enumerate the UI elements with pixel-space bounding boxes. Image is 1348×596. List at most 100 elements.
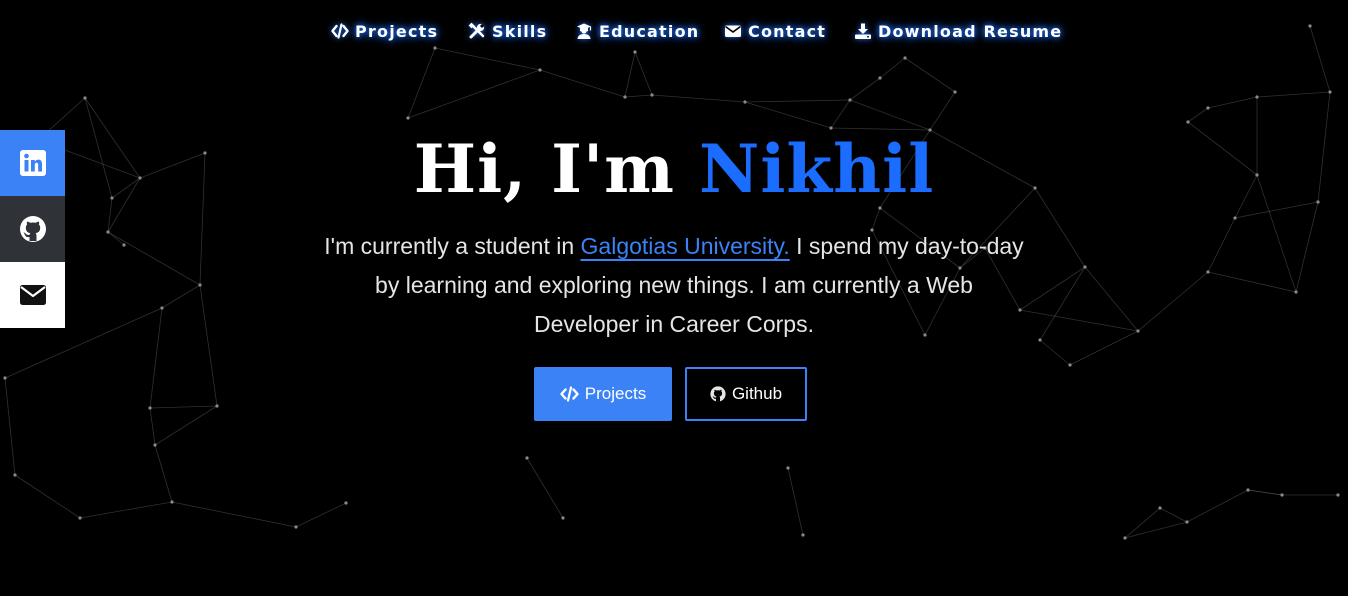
code-icon bbox=[331, 22, 349, 40]
download-icon bbox=[854, 22, 872, 40]
nav-contact-label: Contact bbox=[748, 21, 827, 41]
network-line bbox=[4, 377, 16, 476]
network-line bbox=[161, 284, 201, 309]
network-node bbox=[786, 466, 790, 470]
network-node bbox=[170, 500, 174, 504]
network-node bbox=[633, 50, 637, 54]
nav-skills[interactable]: Skills bbox=[468, 17, 547, 45]
network-node bbox=[1158, 506, 1162, 510]
network-node bbox=[1246, 488, 1250, 492]
network-line bbox=[634, 51, 653, 96]
graduate-icon bbox=[575, 22, 593, 40]
network-line bbox=[1187, 107, 1209, 123]
network-node bbox=[743, 100, 747, 104]
network-node bbox=[1206, 270, 1210, 274]
network-node bbox=[13, 473, 17, 477]
university-link[interactable]: Galgotias University. bbox=[581, 233, 790, 259]
github-profile-button[interactable]: Github bbox=[685, 367, 807, 421]
network-line bbox=[1084, 266, 1139, 332]
tools-icon bbox=[468, 22, 486, 40]
nav-projects[interactable]: Projects bbox=[331, 17, 438, 45]
network-node bbox=[1233, 216, 1237, 220]
network-line bbox=[1207, 217, 1236, 273]
network-node bbox=[1123, 536, 1127, 540]
network-node bbox=[1280, 493, 1284, 497]
network-node bbox=[1294, 290, 1298, 294]
network-node bbox=[153, 443, 157, 447]
network-line bbox=[1207, 96, 1258, 109]
network-node bbox=[525, 456, 529, 460]
network-line bbox=[539, 69, 626, 98]
network-node bbox=[1136, 329, 1140, 333]
network-line bbox=[1295, 201, 1319, 293]
network-line bbox=[624, 94, 653, 98]
network-node bbox=[1186, 120, 1190, 124]
network-line bbox=[149, 407, 156, 446]
network-line bbox=[149, 405, 218, 409]
network-line bbox=[526, 457, 564, 519]
network-line bbox=[434, 47, 541, 71]
network-line bbox=[744, 101, 832, 129]
network-node bbox=[903, 56, 907, 60]
network-line bbox=[407, 69, 541, 119]
network-line bbox=[1159, 507, 1188, 523]
network-line bbox=[904, 57, 956, 93]
github-icon bbox=[19, 215, 47, 243]
network-node bbox=[433, 46, 437, 50]
mail-button[interactable] bbox=[0, 262, 65, 328]
network-line bbox=[1207, 271, 1297, 293]
network-line bbox=[1256, 91, 1331, 98]
network-node bbox=[1083, 265, 1087, 269]
nav-download-resume[interactable]: Download Resume bbox=[854, 17, 1062, 45]
network-line bbox=[295, 502, 347, 528]
network-line bbox=[107, 231, 201, 286]
network-line bbox=[1019, 309, 1139, 332]
network-line bbox=[154, 444, 173, 503]
network-node bbox=[1185, 520, 1189, 524]
network-node bbox=[1206, 106, 1210, 110]
network-line bbox=[149, 307, 163, 409]
hero-name: Nikhil bbox=[699, 130, 935, 208]
network-node bbox=[1038, 338, 1042, 342]
network-node bbox=[198, 283, 202, 287]
network-line bbox=[879, 57, 906, 79]
network-node bbox=[78, 516, 82, 520]
nav-education[interactable]: Education bbox=[575, 17, 699, 45]
network-node bbox=[106, 230, 110, 234]
network-line bbox=[1039, 339, 1071, 366]
network-line bbox=[744, 99, 851, 103]
network-line bbox=[787, 467, 804, 536]
mail-icon bbox=[19, 281, 47, 309]
network-node bbox=[561, 516, 565, 520]
nav-contact[interactable]: Contact bbox=[724, 17, 826, 45]
network-node bbox=[953, 90, 957, 94]
nav-education-label: Education bbox=[599, 21, 700, 41]
nav-skills-label: Skills bbox=[492, 21, 548, 41]
network-node bbox=[801, 533, 805, 537]
projects-button[interactable]: Projects bbox=[534, 367, 672, 421]
network-node bbox=[344, 501, 348, 505]
hero-intro-start: I'm currently a student in bbox=[324, 233, 581, 259]
network-line bbox=[171, 501, 297, 528]
network-node bbox=[160, 306, 164, 310]
hero-title: Hi, I'm Nikhil bbox=[0, 130, 1348, 208]
network-line bbox=[849, 77, 881, 101]
network-line bbox=[624, 51, 636, 98]
network-line bbox=[79, 501, 173, 519]
network-line bbox=[1137, 271, 1209, 332]
network-line bbox=[1247, 489, 1283, 496]
network-line bbox=[1186, 489, 1249, 523]
github-profile-button-label: Github bbox=[731, 384, 783, 403]
network-node bbox=[294, 525, 298, 529]
network-line bbox=[1019, 266, 1086, 311]
github-icon bbox=[710, 386, 726, 402]
network-node bbox=[1328, 90, 1332, 94]
network-node bbox=[406, 116, 410, 120]
network-node bbox=[650, 93, 654, 97]
network-node bbox=[215, 404, 219, 408]
network-node bbox=[1255, 95, 1259, 99]
network-node bbox=[878, 76, 882, 80]
hero-intro: I'm currently a student in Galgotias Uni… bbox=[324, 227, 1024, 344]
network-node bbox=[1068, 363, 1072, 367]
network-line bbox=[14, 474, 81, 519]
